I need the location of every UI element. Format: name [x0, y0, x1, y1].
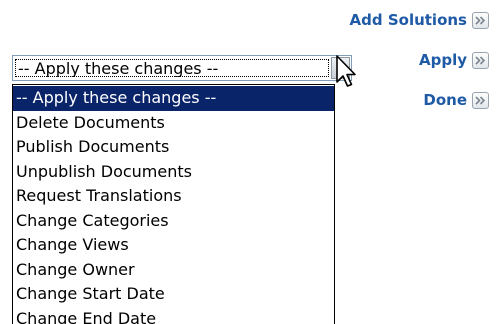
- double-chevron-right-icon[interactable]: [472, 12, 489, 29]
- select-option[interactable]: Change Start Date: [13, 282, 334, 307]
- select-option[interactable]: Change Owner: [13, 258, 334, 283]
- apply-label[interactable]: Apply: [419, 50, 467, 70]
- select-option[interactable]: Change Views: [13, 233, 334, 258]
- select-options-list[interactable]: -- Apply these changes -- Delete Documen…: [12, 84, 335, 324]
- select-option[interactable]: Unpublish Documents: [13, 160, 334, 185]
- select-option[interactable]: Publish Documents: [13, 135, 334, 160]
- select-option[interactable]: Change End Date: [13, 307, 334, 324]
- apply-changes-select[interactable]: -- Apply these changes --: [12, 55, 352, 81]
- select-option[interactable]: -- Apply these changes --: [13, 86, 334, 111]
- double-chevron-right-icon[interactable]: [472, 92, 489, 109]
- select-option[interactable]: Change Categories: [13, 209, 334, 234]
- select-current-value[interactable]: -- Apply these changes --: [15, 59, 329, 77]
- done-link[interactable]: Done: [423, 89, 489, 111]
- chevron-down-icon[interactable]: [331, 57, 350, 79]
- double-chevron-right-icon[interactable]: [472, 52, 489, 69]
- add-solutions-label[interactable]: Add Solutions: [350, 10, 467, 30]
- apply-link[interactable]: Apply: [419, 49, 489, 71]
- select-option[interactable]: Delete Documents: [13, 111, 334, 136]
- select-option[interactable]: Request Translations: [13, 184, 334, 209]
- add-solutions-link[interactable]: Add Solutions: [350, 9, 489, 31]
- done-label[interactable]: Done: [423, 90, 467, 110]
